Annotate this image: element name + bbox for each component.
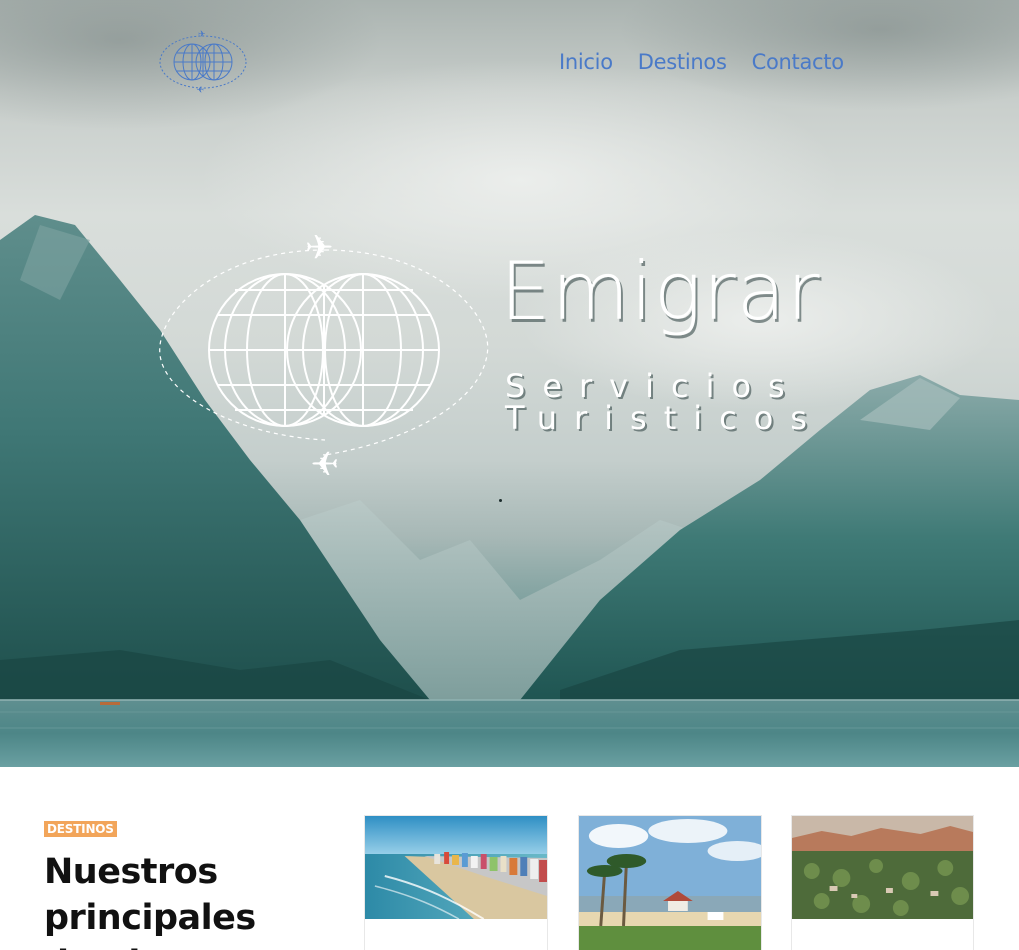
carousel-dot[interactable] bbox=[499, 499, 502, 502]
hero-globe-logo-icon: ✈ ✈ bbox=[159, 228, 489, 480]
svg-text:✈: ✈ bbox=[196, 83, 204, 93]
destination-card-mountain-town[interactable] bbox=[791, 815, 974, 950]
brand-logo-icon[interactable]: ✈ ✈ bbox=[158, 28, 248, 96]
hero-banner: ✈ ✈ Inicio Destinos Contacto ✈ ✈ Emigrar… bbox=[0, 0, 1019, 767]
section-tag: DESTINOS bbox=[44, 821, 117, 837]
hero-subtitle: Servicios Turisticos bbox=[505, 370, 835, 434]
nav-link-contacto[interactable]: Contacto bbox=[752, 50, 844, 74]
destination-image-beach-city bbox=[365, 816, 547, 919]
hero-subtitle-line1: Servicios bbox=[505, 367, 802, 405]
section-headline: Nuestros principales destinos bbox=[44, 852, 256, 950]
hero-title: Emigrar bbox=[500, 245, 821, 338]
destinations-section: DESTINOS Nuestros principales destinos bbox=[0, 767, 1019, 950]
destination-card-beach-city[interactable] bbox=[364, 815, 548, 950]
svg-text:✈: ✈ bbox=[198, 30, 206, 40]
hero-subtitle-line2: Turisticos bbox=[505, 399, 824, 437]
main-nav: Inicio Destinos Contacto bbox=[559, 50, 844, 74]
svg-text:✈: ✈ bbox=[305, 228, 334, 268]
nav-link-destinos[interactable]: Destinos bbox=[638, 50, 727, 74]
nav-link-inicio[interactable]: Inicio bbox=[559, 50, 613, 74]
svg-text:✈: ✈ bbox=[311, 442, 340, 480]
destination-image-mountain-town bbox=[792, 816, 973, 919]
destination-card-palm-lakeside[interactable] bbox=[578, 815, 762, 950]
destination-image-palm-lakeside bbox=[579, 816, 761, 950]
